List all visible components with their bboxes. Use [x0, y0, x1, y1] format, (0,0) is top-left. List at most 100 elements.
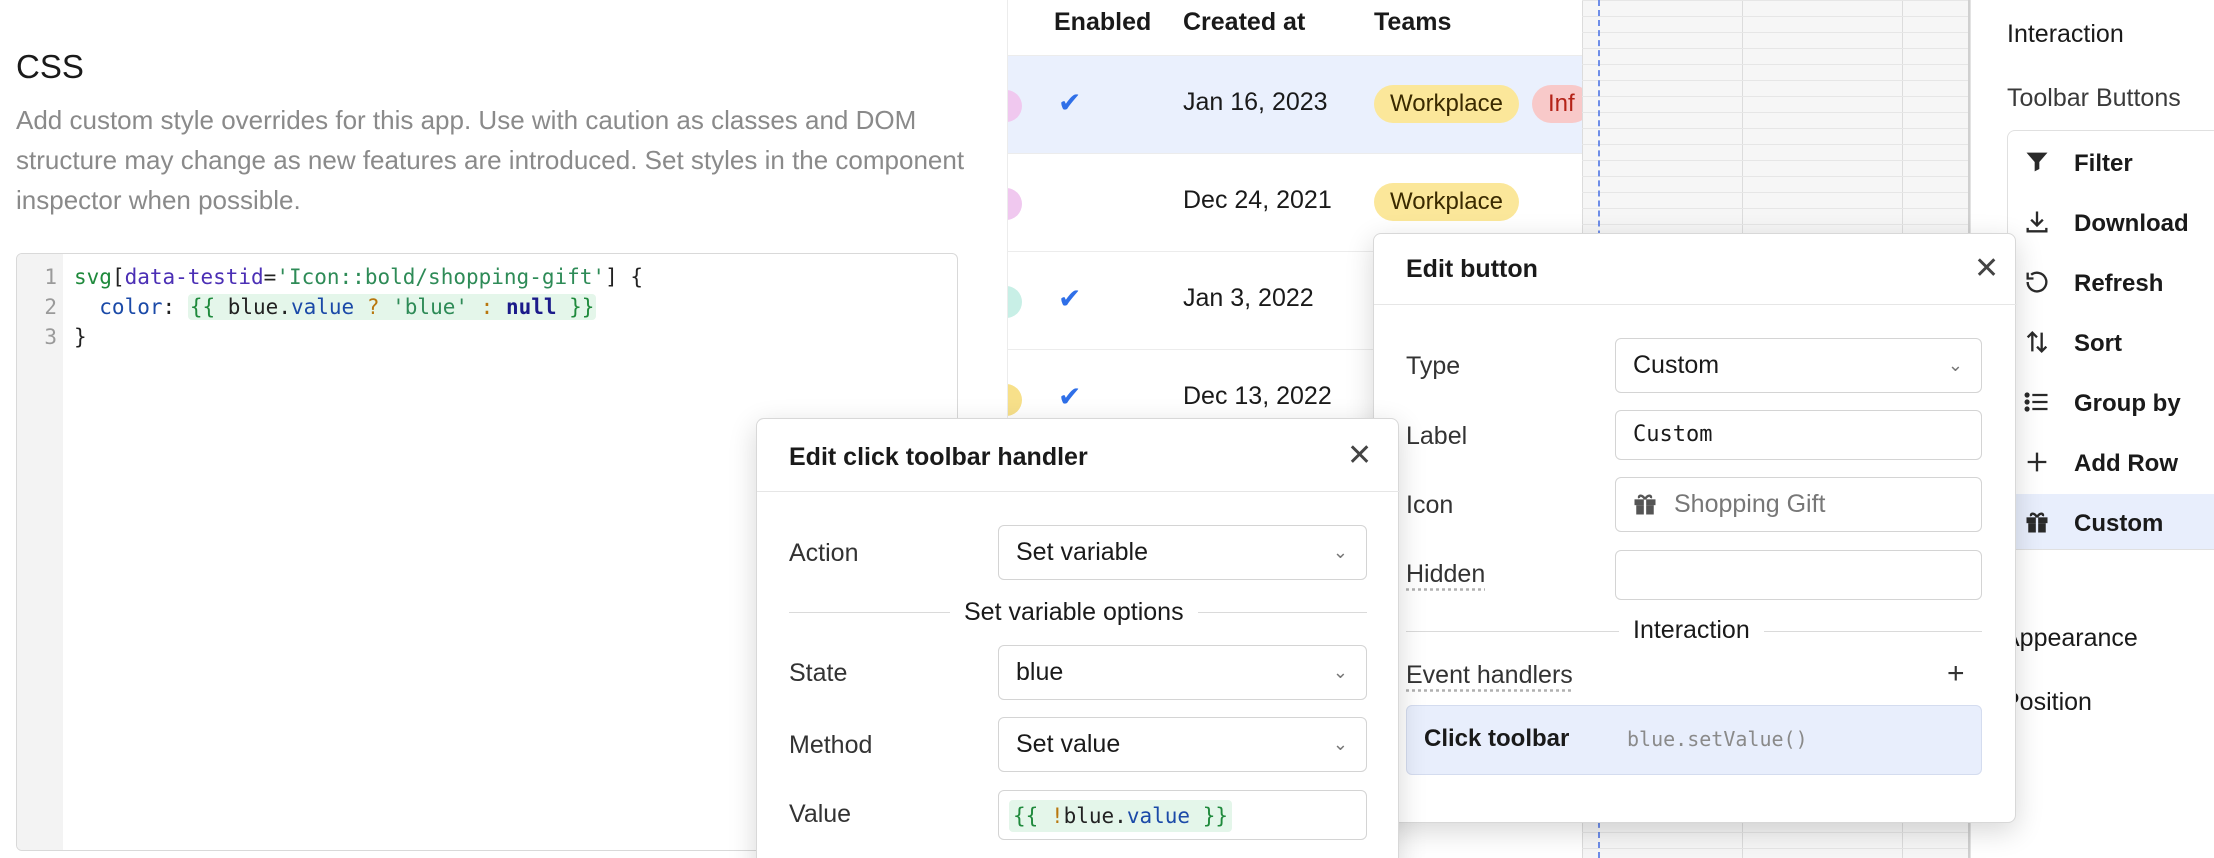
- close-icon[interactable]: ✕: [1347, 441, 1372, 471]
- code-token-string: 'Icon::bold/shopping-gift': [276, 265, 606, 289]
- code-token-attribute: data-testid: [124, 265, 264, 289]
- inspector-section-appearance[interactable]: Appearance: [2003, 624, 2138, 653]
- icon-select-value: Shopping Gift: [1674, 490, 1826, 518]
- toolbar-item-add-row[interactable]: Add Row: [2008, 434, 2214, 494]
- chevron-down-icon: ⌄: [1332, 734, 1348, 754]
- value-label: Value: [789, 800, 852, 828]
- toolbar-item-group-by[interactable]: Group by: [2008, 374, 2214, 434]
- code-token-property: color: [74, 295, 163, 319]
- action-select-value: Set variable: [1016, 538, 1149, 566]
- team-tag: Inf: [1532, 85, 1582, 123]
- label-label: Label: [1406, 422, 1468, 450]
- code-token: =: [263, 265, 277, 289]
- code-token: :: [162, 295, 188, 319]
- toolbar-item-custom[interactable]: Custom: [2008, 494, 2214, 549]
- method-label: Method: [789, 731, 873, 759]
- edit-click-handler-modal: Edit click toolbar handler ✕ Action Set …: [756, 418, 1400, 858]
- hidden-input[interactable]: [1615, 550, 1982, 600]
- shopping-gift-icon: [1634, 494, 1656, 515]
- code-token: {{: [1013, 804, 1051, 828]
- css-description: Add custom style overrides for this app.…: [16, 105, 965, 215]
- modal-divider: [1374, 304, 2017, 305]
- filter-icon: [2022, 148, 2052, 178]
- inspector-section-position[interactable]: Position: [2003, 688, 2092, 717]
- column-header-created-at[interactable]: Created at: [1183, 8, 1305, 37]
- table-row[interactable]: ✔ Jan 16, 2023 Workplace Inf: [1008, 55, 1582, 153]
- icon-label: Icon: [1406, 491, 1454, 519]
- code-line-3[interactable]: }: [74, 325, 87, 349]
- toolbar-buttons-heading: Toolbar Buttons: [2007, 84, 2181, 112]
- refresh-icon: [2022, 268, 2052, 298]
- toolbar-item-label: Refresh: [2074, 270, 2164, 297]
- code-token-variable: blue: [1063, 804, 1115, 828]
- modal-divider: [757, 491, 1400, 492]
- created-at-cell: Jan 3, 2022: [1183, 284, 1314, 312]
- add-event-handler-button[interactable]: +: [1947, 657, 1965, 691]
- action-select[interactable]: Set variable ⌄: [998, 525, 1367, 580]
- interaction-section-label: Interaction: [1619, 616, 1764, 645]
- avatar: [1008, 188, 1022, 220]
- toolbar-item-label: Custom: [2074, 510, 2164, 537]
- code-template-expression: {{ blue.value ? 'blue' : null }}: [187, 294, 597, 320]
- code-line-2[interactable]: color: {{ blue.value ? 'blue' : null }}: [74, 294, 597, 320]
- label-input[interactable]: Custom: [1615, 410, 1982, 460]
- state-select[interactable]: blue ⌄: [998, 645, 1367, 700]
- toolbar-item-refresh[interactable]: Refresh: [2008, 254, 2214, 314]
- chevron-down-icon: ⌄: [1332, 662, 1348, 682]
- plus-icon: [2022, 448, 2052, 478]
- sort-icon: [2022, 328, 2052, 358]
- type-select-value: Custom: [1633, 351, 1720, 379]
- code-line-1[interactable]: svg[data-testid='Icon::bold/shopping-gif…: [74, 265, 643, 289]
- set-variable-options-label: Set variable options: [950, 598, 1198, 627]
- toolbar-item-sort[interactable]: Sort: [2008, 314, 2214, 374]
- type-label: Type: [1406, 352, 1461, 380]
- toolbar-item-filter[interactable]: Filter: [2008, 134, 2214, 194]
- chevron-down-icon: ⌄: [1332, 542, 1348, 562]
- column-header-enabled[interactable]: Enabled: [1054, 8, 1151, 37]
- code-token-operator: !: [1050, 804, 1064, 828]
- code-token: {{: [189, 295, 228, 319]
- avatar: [1008, 90, 1022, 122]
- modal-title: Edit click toolbar handler: [789, 443, 1088, 471]
- inspector-section-interaction[interactable]: Interaction: [2007, 20, 2124, 49]
- code-token: }}: [556, 295, 595, 319]
- code-token-string: 'blue': [392, 295, 468, 319]
- created-at-cell: Jan 16, 2023: [1183, 88, 1328, 116]
- avatar: [1008, 384, 1022, 416]
- team-tag: Workplace: [1374, 183, 1519, 221]
- column-header-teams[interactable]: Teams: [1374, 8, 1451, 37]
- icon-select[interactable]: Shopping Gift: [1615, 477, 1982, 532]
- avatar: [1008, 286, 1022, 318]
- css-section-title: CSS: [16, 48, 84, 85]
- modal-title: Edit button: [1406, 255, 1538, 283]
- method-select[interactable]: Set value ⌄: [998, 717, 1367, 772]
- code-token: ] {: [605, 265, 643, 289]
- code-token-operator: ?: [354, 295, 393, 319]
- toolbar-item-label: Filter: [2074, 150, 2133, 177]
- type-select[interactable]: Custom ⌄: [1615, 338, 1982, 393]
- value-input[interactable]: {{ !blue.value }}: [998, 790, 1367, 840]
- close-icon[interactable]: ✕: [1974, 254, 1999, 284]
- toolbar-item-label: Add Row: [2074, 450, 2178, 477]
- value-template-expression: {{ !blue.value }}: [1009, 800, 1232, 832]
- check-icon: ✔: [1058, 283, 1082, 314]
- state-select-value: blue: [1016, 658, 1064, 686]
- action-label: Action: [789, 539, 859, 567]
- download-icon: [2022, 208, 2052, 238]
- hidden-label: Hidden: [1406, 560, 1486, 588]
- created-at-cell: Dec 13, 2022: [1183, 382, 1332, 410]
- line-number: 3: [44, 325, 57, 349]
- code-token-keyword: null: [505, 295, 557, 319]
- code-token-field: value: [290, 295, 355, 319]
- event-handlers-label: Event handlers: [1406, 661, 1573, 689]
- list-icon: [2022, 388, 2052, 418]
- code-token: }: [74, 325, 87, 349]
- toolbar-item-label: Download: [2074, 210, 2189, 237]
- event-handler-row[interactable]: Click toolbar blue.setValue(): [1406, 705, 1982, 775]
- event-handler-code: blue.setValue(): [1627, 727, 1808, 751]
- check-icon: ✔: [1058, 87, 1082, 118]
- state-label: State: [789, 659, 848, 687]
- toolbar-item-download[interactable]: Download: [2008, 194, 2214, 254]
- toolbar-item-label: Sort: [2074, 330, 2122, 357]
- shopping-gift-icon: [2022, 508, 2052, 538]
